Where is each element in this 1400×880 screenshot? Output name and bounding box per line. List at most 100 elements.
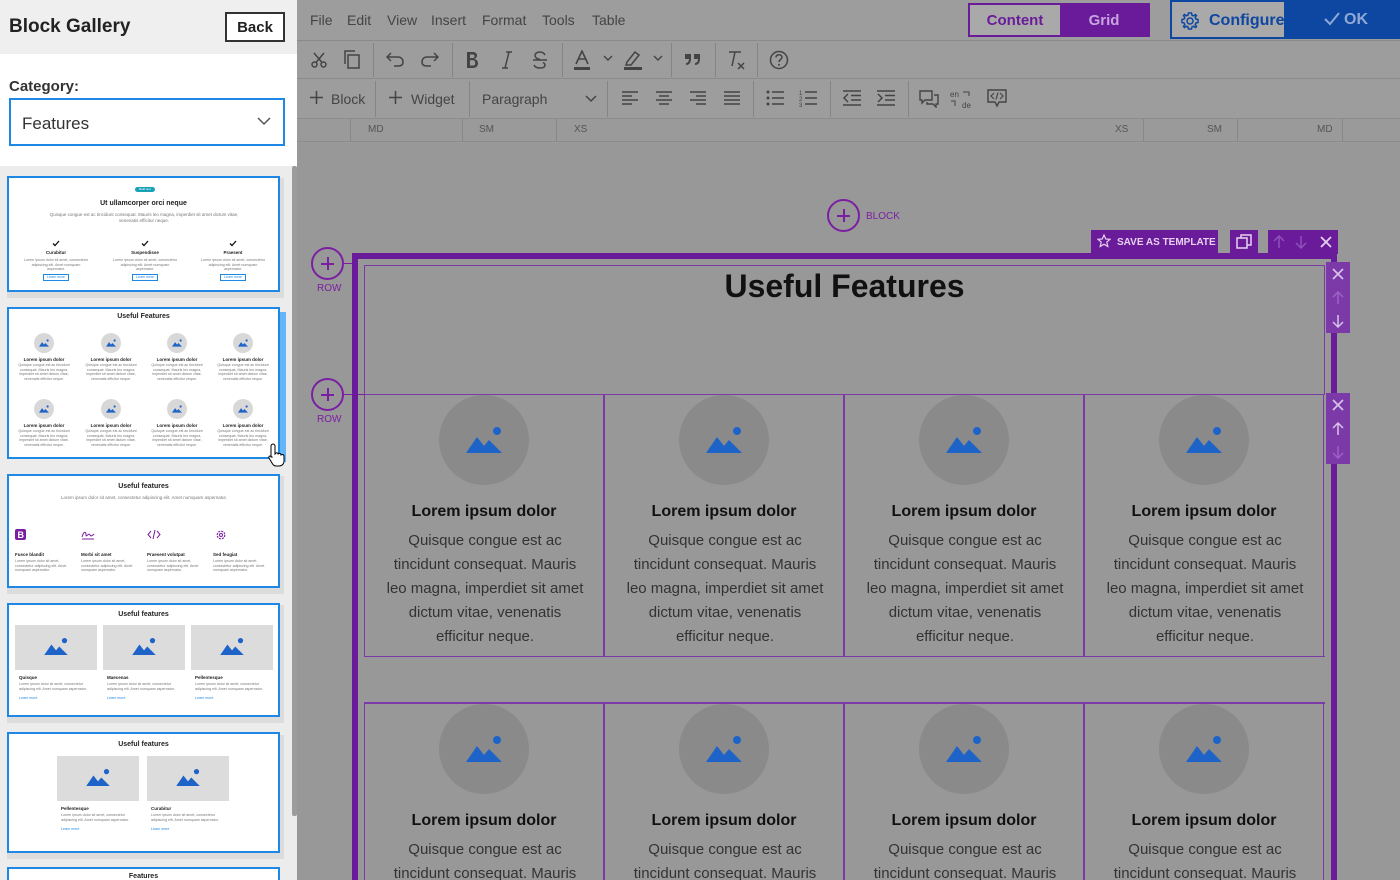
card-item-text: Lorem ipsum dolor sit amet, consectetur … <box>107 682 175 691</box>
feature-row[interactable]: Lorem ipsum dolor Quisque congue est ac t… <box>364 703 1325 880</box>
feature-heading[interactable]: Lorem ipsum dolor <box>605 503 843 521</box>
grid-mode-button[interactable]: Grid <box>1060 5 1148 35</box>
highlight-color-icon[interactable] <box>623 50 643 70</box>
blockquote-icon[interactable] <box>684 53 702 66</box>
block-card-useful-features-icons[interactable]: Useful features Lorem ipsum dolor sit am… <box>7 474 280 588</box>
feature-column[interactable]: Lorem ipsum dolor Quisque congue est ac t… <box>1084 395 1324 657</box>
feature-column[interactable]: Lorem ipsum dolor Quisque congue est ac t… <box>604 704 844 880</box>
feature-image-placeholder[interactable] <box>1159 395 1249 485</box>
block-card-features[interactable]: Features <box>7 867 280 880</box>
align-justify-icon[interactable] <box>724 91 740 105</box>
feature-column[interactable]: Lorem ipsum dolor Quisque congue est ac t… <box>364 395 604 657</box>
block-title[interactable]: Useful Features <box>365 266 1324 305</box>
bold-icon[interactable] <box>465 51 479 69</box>
redo-icon[interactable] <box>421 51 439 67</box>
feature-column[interactable]: Lorem ipsum dolor Quisque congue est ac t… <box>1084 704 1324 880</box>
cut-icon[interactable] <box>310 51 328 69</box>
bullet-list-icon[interactable] <box>766 90 784 106</box>
move-row-down-button[interactable] <box>1326 309 1350 333</box>
clear-formatting-icon[interactable] <box>727 50 745 70</box>
italic-icon[interactable] <box>501 51 513 69</box>
move-row-up-button[interactable] <box>1326 286 1350 310</box>
menu-insert[interactable]: Insert <box>431 12 466 28</box>
menu-tools[interactable]: Tools <box>542 12 575 28</box>
delete-block-button[interactable] <box>1314 230 1338 254</box>
delete-row-button[interactable] <box>1326 262 1350 286</box>
back-button[interactable]: Back <box>225 12 285 42</box>
align-left-icon[interactable] <box>622 91 638 105</box>
feature-text[interactable]: Quisque congue est ac tincidunt consequa… <box>1103 838 1307 880</box>
menu-table[interactable]: Table <box>592 12 625 28</box>
add-row-plus-icon[interactable] <box>311 247 344 280</box>
chevron-down-icon[interactable] <box>653 55 663 62</box>
copy-icon[interactable] <box>343 50 361 69</box>
feature-image-placeholder[interactable] <box>679 704 769 794</box>
feature-image-placeholder[interactable] <box>1159 704 1249 794</box>
move-row-up-button[interactable] <box>1326 417 1350 441</box>
comments-icon[interactable] <box>919 89 939 108</box>
menu-edit[interactable]: Edit <box>347 12 371 28</box>
feature-text[interactable]: Quisque congue est ac tincidunt consequa… <box>863 529 1067 649</box>
delete-row-button[interactable] <box>1326 393 1350 417</box>
align-right-icon[interactable] <box>690 91 706 105</box>
add-row-plus-icon[interactable] <box>311 378 344 411</box>
numbered-list-icon[interactable]: 123 <box>799 89 817 107</box>
save-as-template-button[interactable]: SAVE AS TEMPLATE <box>1091 230 1218 254</box>
feature-heading[interactable]: Lorem ipsum dolor <box>1085 812 1323 830</box>
title-row[interactable]: Useful Features <box>364 265 1325 395</box>
feature-image-placeholder[interactable] <box>439 395 529 485</box>
help-icon[interactable] <box>769 50 789 70</box>
image-icon <box>172 405 182 413</box>
feature-heading[interactable]: Lorem ipsum dolor <box>365 503 603 521</box>
feature-text[interactable]: Quisque congue est ac tincidunt consequa… <box>623 838 827 880</box>
feature-text[interactable]: Quisque congue est ac tincidunt consequa… <box>383 838 587 880</box>
check-icon <box>229 240 237 247</box>
arrow-up-icon[interactable] <box>1273 235 1285 249</box>
translate-icon[interactable]: ende <box>949 88 975 110</box>
outdent-icon[interactable] <box>843 90 861 106</box>
feature-image-placeholder[interactable] <box>919 395 1009 485</box>
strikethrough-icon[interactable] <box>532 51 548 69</box>
feature-heading[interactable]: Lorem ipsum dolor <box>365 812 603 830</box>
block-card-useful-features-two[interactable]: Useful features Pellentesque Lorem ipsum … <box>7 732 280 853</box>
feature-text[interactable]: Quisque congue est ac tincidunt consequa… <box>1103 529 1307 649</box>
add-block-plus-icon[interactable] <box>827 199 860 232</box>
block-card-useful-features-images[interactable]: Useful features Quisque Lorem ipsum dolor… <box>7 603 280 717</box>
feature-image-placeholder[interactable] <box>439 704 529 794</box>
category-select[interactable]: Features <box>9 98 285 146</box>
menu-file[interactable]: File <box>310 12 333 28</box>
ok-button[interactable]: OK <box>1286 0 1400 39</box>
content-mode-button[interactable]: Content <box>970 5 1060 35</box>
block-card-features-checks[interactable]: Bold text Ut ullamcorper orci neque Quis… <box>7 176 280 292</box>
indent-icon[interactable] <box>877 90 895 106</box>
feature-heading[interactable]: Lorem ipsum dolor <box>845 503 1083 521</box>
feature-column[interactable]: Lorem ipsum dolor Quisque congue est ac t… <box>604 395 844 657</box>
duplicate-block-button[interactable] <box>1230 230 1258 254</box>
feature-text[interactable]: Quisque congue est ac tincidunt consequa… <box>863 838 1067 880</box>
feature-text[interactable]: Quisque congue est ac tincidunt consequa… <box>383 529 587 649</box>
feature-image-placeholder[interactable] <box>679 395 769 485</box>
feature-row[interactable]: Lorem ipsum dolor Quisque congue est ac t… <box>364 394 1325 657</box>
card-title: Useful Features <box>117 313 170 320</box>
configure-button[interactable]: Configure <box>1170 0 1286 39</box>
block-card-useful-features-grid[interactable]: Useful Features Lorem ipsum dolor Quisque… <box>7 307 280 459</box>
empty-row[interactable] <box>364 656 1325 703</box>
feature-heading[interactable]: Lorem ipsum dolor <box>605 812 843 830</box>
text-color-icon[interactable] <box>573 50 591 70</box>
feature-column[interactable]: Lorem ipsum dolor Quisque congue est ac t… <box>364 704 604 880</box>
feature-image-placeholder[interactable] <box>919 704 1009 794</box>
feature-text[interactable]: Quisque congue est ac tincidunt consequa… <box>623 529 827 649</box>
source-code-icon[interactable] <box>987 89 1007 108</box>
menu-format[interactable]: Format <box>482 12 526 28</box>
undo-icon[interactable] <box>386 51 404 67</box>
move-row-down-button[interactable] <box>1326 440 1350 464</box>
arrow-down-icon[interactable] <box>1295 235 1307 249</box>
feature-column[interactable]: Lorem ipsum dolor Quisque congue est ac t… <box>844 395 1084 657</box>
feature-column[interactable]: Lorem ipsum dolor Quisque congue est ac t… <box>844 704 1084 880</box>
feature-heading[interactable]: Lorem ipsum dolor <box>845 812 1083 830</box>
align-center-icon[interactable] <box>656 91 672 105</box>
menu-view[interactable]: View <box>387 12 417 28</box>
breakpoint-ruler: MD SM XS XS SM MD <box>297 118 1400 142</box>
feature-heading[interactable]: Lorem ipsum dolor <box>1085 503 1323 521</box>
chevron-down-icon[interactable] <box>603 55 613 62</box>
